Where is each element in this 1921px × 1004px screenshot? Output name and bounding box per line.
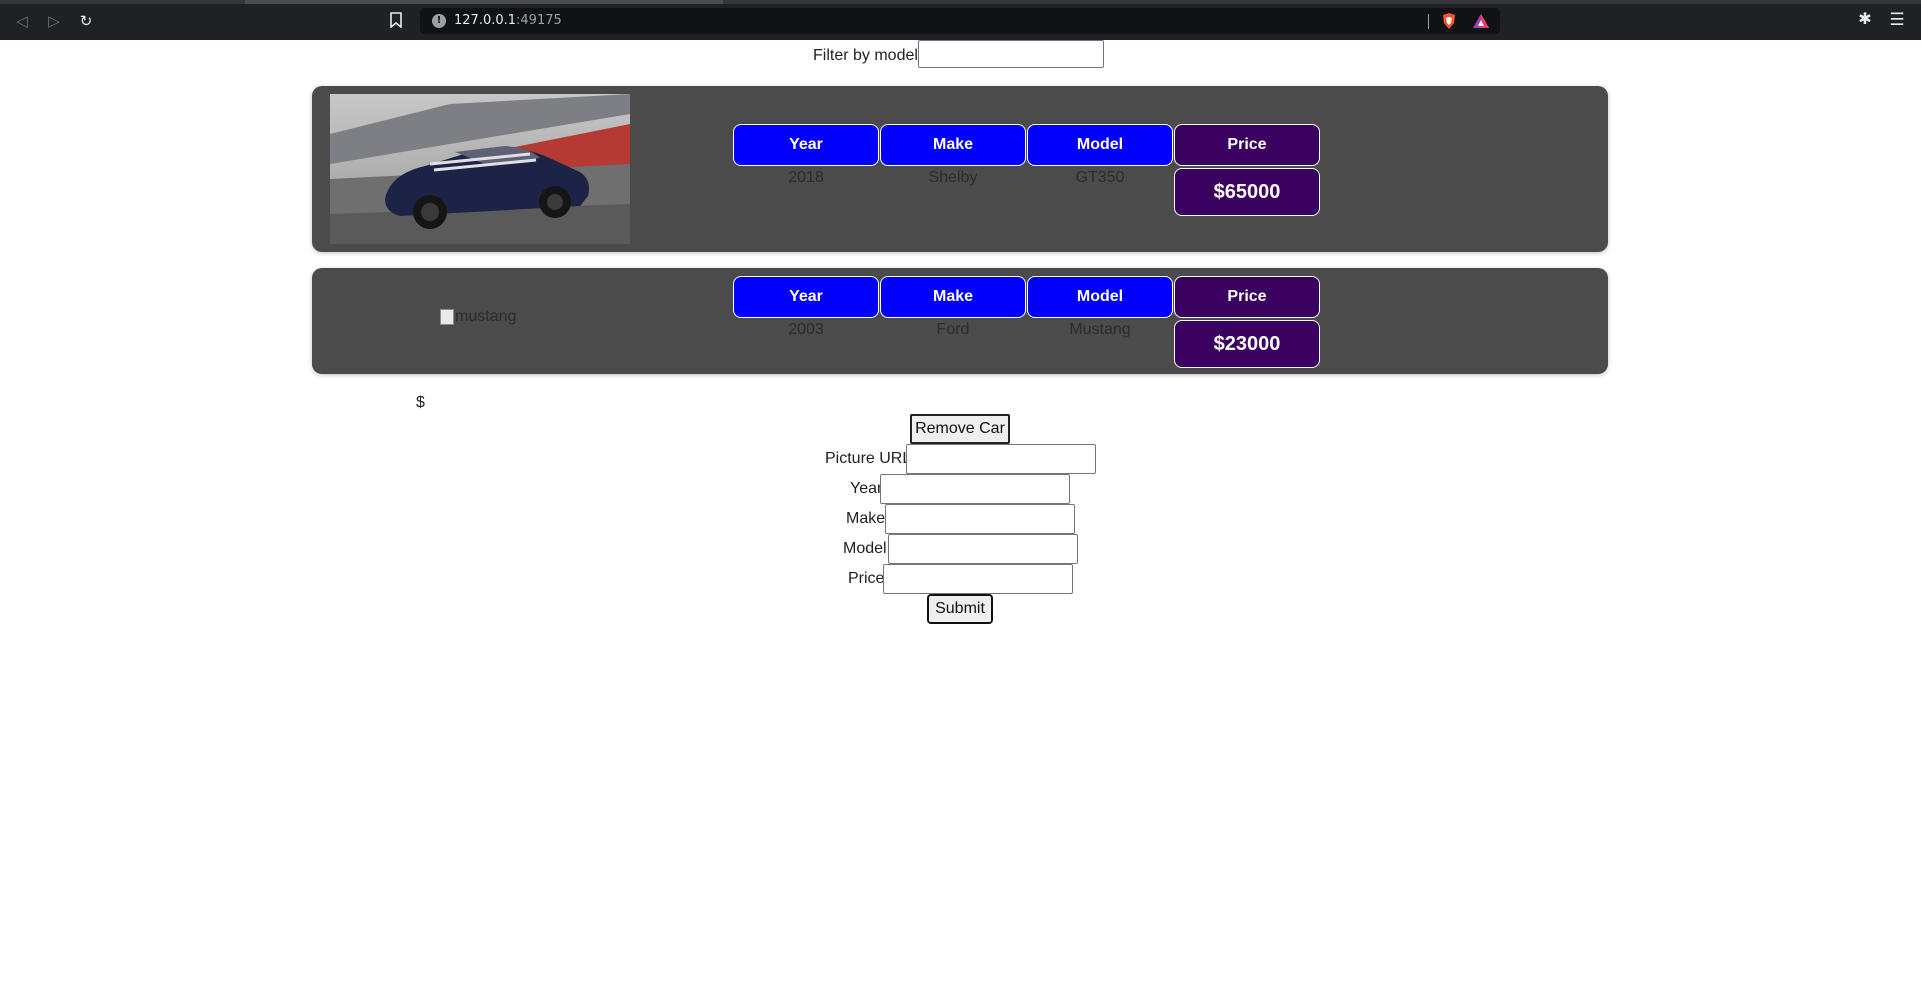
- car-card: mustang Year 2003 Make Ford Model Mustan…: [312, 268, 1608, 374]
- year-header: Year: [733, 276, 879, 318]
- url-text: 127.0.0.1:49175: [454, 13, 562, 28]
- make-header: Make: [880, 124, 1026, 166]
- remove-car-button[interactable]: Remove Car: [910, 414, 1010, 444]
- price-input[interactable]: [883, 564, 1073, 594]
- model-column: Model Mustang: [1027, 276, 1173, 339]
- brave-rewards-icon[interactable]: [1472, 13, 1490, 29]
- model-column: Model GT350: [1027, 124, 1173, 187]
- picture-url-row: Picture URL: [820, 444, 1100, 474]
- price-header: Price: [1174, 124, 1320, 166]
- price-label: Price: [848, 570, 885, 587]
- price-header: Price: [1174, 276, 1320, 318]
- submit-button[interactable]: Submit: [927, 594, 993, 624]
- make-column: Make Shelby: [880, 124, 1026, 187]
- model-row: Model: [820, 534, 1100, 564]
- make-label: Make: [846, 510, 886, 527]
- filter-input[interactable]: [918, 40, 1104, 68]
- reload-icon[interactable]: ↻: [76, 11, 96, 31]
- model-header: Model: [1027, 276, 1173, 318]
- price-column: Price $65000: [1174, 124, 1320, 216]
- make-header: Make: [880, 276, 1026, 318]
- tab-strip: [0, 0, 1921, 4]
- make-input[interactable]: [885, 504, 1075, 534]
- year-column: Year 2018: [733, 124, 879, 187]
- make-column: Make Ford: [880, 276, 1026, 339]
- brave-shields-icon[interactable]: [1440, 12, 1458, 30]
- dollar-text: $: [416, 394, 425, 411]
- filter-label: Filter by model: [813, 47, 918, 64]
- year-value: 2003: [788, 321, 824, 338]
- year-column: Year 2003: [733, 276, 879, 339]
- car-card: Year 2018 Make Shelby Model GT350 Price …: [312, 86, 1608, 252]
- year-input[interactable]: [880, 474, 1070, 504]
- car-image-broken: mustang: [440, 308, 516, 326]
- url-host: 127.0.0.1: [454, 13, 517, 28]
- model-value: GT350: [1075, 169, 1125, 186]
- broken-image-icon: [440, 309, 454, 325]
- forward-icon[interactable]: ▷: [44, 11, 64, 31]
- car-photo: [330, 94, 630, 244]
- url-port: :49175: [516, 13, 562, 28]
- address-bar[interactable]: ! 127.0.0.1:49175: [420, 8, 1500, 34]
- back-icon[interactable]: ◁: [12, 11, 32, 31]
- model-value: Mustang: [1069, 321, 1131, 338]
- bookmark-icon[interactable]: [390, 12, 402, 28]
- page-content: Filter by model Year 2018 Make Shelby Mo…: [0, 40, 1921, 1004]
- car-image-alt: mustang: [455, 308, 517, 325]
- year-row: Year: [820, 474, 1100, 504]
- year-header: Year: [733, 124, 879, 166]
- url-separator: [1428, 14, 1429, 29]
- model-label: Model: [843, 540, 887, 557]
- picture-url-label: Picture URL: [825, 450, 912, 467]
- price-value: $65000: [1174, 168, 1320, 216]
- year-value: 2018: [788, 169, 824, 186]
- make-row: Make: [820, 504, 1100, 534]
- menu-icon[interactable]: ☰: [1888, 10, 1906, 30]
- model-input[interactable]: [888, 534, 1078, 564]
- year-label: Year: [850, 480, 883, 497]
- make-value: Shelby: [928, 169, 978, 186]
- price-column: Price $23000: [1174, 276, 1320, 368]
- make-value: Ford: [936, 321, 970, 338]
- extensions-icon[interactable]: ✱: [1856, 11, 1874, 29]
- filter-row: Filter by model: [0, 40, 1921, 70]
- browser-toolbar: ◁ ▷ ↻ ! 127.0.0.1:49175 ✱ ☰: [0, 0, 1921, 40]
- picture-url-input[interactable]: [906, 444, 1096, 474]
- site-info-icon[interactable]: !: [432, 14, 446, 28]
- active-tab[interactable]: [245, 0, 723, 4]
- price-value: $23000: [1174, 320, 1320, 368]
- price-row: Price: [820, 564, 1100, 594]
- model-header: Model: [1027, 124, 1173, 166]
